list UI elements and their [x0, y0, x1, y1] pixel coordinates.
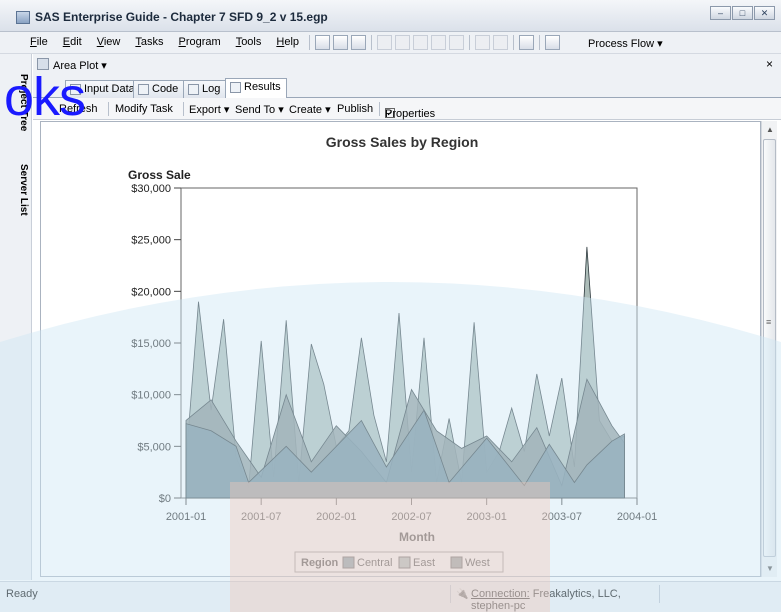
- code-icon: [138, 84, 149, 95]
- connection-status[interactable]: 🔌 Connection: Freakalytics, LLC, stephen…: [450, 585, 660, 612]
- x-tick-label: 2001-01: [166, 511, 206, 523]
- x-tick-label: 2002-01: [316, 511, 356, 523]
- process-flow-icon[interactable]: [545, 35, 560, 50]
- maximize-button[interactable]: □: [732, 6, 753, 20]
- menu-file[interactable]: File: [30, 36, 48, 48]
- scroll-grip-icon: ≡: [766, 317, 772, 327]
- x-axis: 2001-01 2001-07 2002-01 2002-07 2003-01 2003-…: [166, 498, 657, 523]
- connection-icon: 🔌: [456, 589, 469, 600]
- menu-items: File Edit View Tasks Program Tools Help: [30, 36, 299, 48]
- x-tick-label: 2004-01: [617, 511, 657, 523]
- x-tick-label: 2002-07: [391, 511, 431, 523]
- paste-icon[interactable]: [431, 35, 446, 50]
- log-icon: [188, 84, 199, 95]
- cut-icon[interactable]: [395, 35, 410, 50]
- view-icon[interactable]: [519, 35, 534, 50]
- delete-icon[interactable]: [449, 35, 464, 50]
- menu-tools[interactable]: Tools: [236, 36, 262, 48]
- menu-help[interactable]: Help: [276, 36, 299, 48]
- y-tick-label: $0: [159, 493, 171, 505]
- redo-icon[interactable]: [493, 35, 508, 50]
- sidebar: Project Tree Server List: [0, 54, 32, 580]
- y-tick-label: $25,000: [131, 235, 171, 247]
- server-list-tab[interactable]: Server List: [18, 164, 29, 216]
- menu-edit[interactable]: Edit: [63, 36, 82, 48]
- tab-results[interactable]: Results: [225, 78, 287, 99]
- menu-program[interactable]: Program: [179, 36, 221, 48]
- legend-label-central: Central: [357, 557, 392, 569]
- scroll-thumb[interactable]: [763, 139, 776, 557]
- legend-label-west: West: [465, 557, 490, 569]
- chart-title: Gross Sales by Region: [326, 134, 479, 150]
- x-tick-label: 2003-07: [542, 511, 582, 523]
- print-icon[interactable]: [377, 35, 392, 50]
- tab-log[interactable]: Log: [183, 80, 227, 98]
- legend: Region Central East West: [294, 551, 504, 573]
- x-tick-label: 2001-07: [241, 511, 281, 523]
- export-button[interactable]: Export ▾: [189, 103, 229, 116]
- watermark-text: oks: [4, 67, 86, 127]
- results-viewer: Gross Sales by Region Gross Sale Month $…: [40, 121, 761, 577]
- legend-label-east: East: [413, 557, 435, 569]
- results-icon: [230, 82, 241, 93]
- y-tick-label: $30,000: [131, 183, 171, 195]
- window-title: SAS Enterprise Guide - Chapter 7 SFD 9_2…: [35, 10, 328, 24]
- results-toolbar: Refresh Modify Task Export ▾ Send To ▾ C…: [33, 98, 781, 120]
- close-button[interactable]: ✕: [754, 6, 775, 20]
- window-controls: – □ ✕: [710, 6, 775, 20]
- menu-view[interactable]: View: [97, 36, 121, 48]
- legend-title: Region: [301, 557, 339, 569]
- menu-tasks[interactable]: Tasks: [135, 36, 163, 48]
- y-axis-label: Gross Sale: [128, 168, 191, 182]
- title-bar: SAS Enterprise Guide - Chapter 7 SFD 9_2…: [0, 0, 781, 32]
- tab-strip: Input Data Code Log Results: [33, 76, 781, 99]
- y-tick-label: $20,000: [131, 286, 171, 298]
- undo-icon[interactable]: [475, 35, 490, 50]
- y-tick-label: $10,000: [131, 390, 171, 402]
- legend-swatch-west: [450, 556, 463, 569]
- create-button[interactable]: Create ▾: [289, 103, 331, 116]
- scroll-up-icon[interactable]: ▲: [766, 125, 774, 134]
- vertical-scrollbar[interactable]: ▲ ≡ ▼: [761, 121, 777, 577]
- legend-swatch-east: [398, 556, 411, 569]
- scroll-down-icon[interactable]: ▼: [766, 564, 774, 573]
- area-chart: Gross Sales by Region Gross Sale Month $…: [128, 134, 657, 573]
- send-to-button[interactable]: Send To ▾: [235, 103, 284, 116]
- menu-bar: File Edit View Tasks Program Tools Help …: [0, 32, 781, 54]
- toolbar-icons: [307, 35, 560, 50]
- process-flow-button[interactable]: Process Flow ▾: [588, 37, 663, 50]
- panel-header: Area Plot ▾ ×: [33, 54, 781, 76]
- minimize-button[interactable]: –: [710, 6, 731, 20]
- tab-code[interactable]: Code: [133, 80, 185, 98]
- new-icon[interactable]: [315, 35, 330, 50]
- open-icon[interactable]: [333, 35, 348, 50]
- app-icon: [16, 11, 30, 24]
- x-axis-label: Month: [399, 530, 435, 544]
- modify-task-button[interactable]: Modify Task: [115, 103, 173, 115]
- publish-button[interactable]: Publish: [337, 103, 373, 115]
- status-bar: Ready 🔌 Connection: Freakalytics, LLC, s…: [0, 581, 781, 612]
- y-tick-label: $15,000: [131, 338, 171, 350]
- legend-swatch-central: [342, 556, 355, 569]
- status-ready: Ready: [6, 588, 38, 600]
- panel-close-icon[interactable]: ×: [766, 57, 773, 71]
- copy-icon[interactable]: [413, 35, 428, 50]
- save-icon[interactable]: [351, 35, 366, 50]
- y-tick-label: $5,000: [137, 441, 171, 453]
- x-tick-label: 2003-01: [466, 511, 506, 523]
- y-axis: $0 $5,000 $10,000 $15,000 $20,000 $25,000 $30,…: [131, 183, 181, 505]
